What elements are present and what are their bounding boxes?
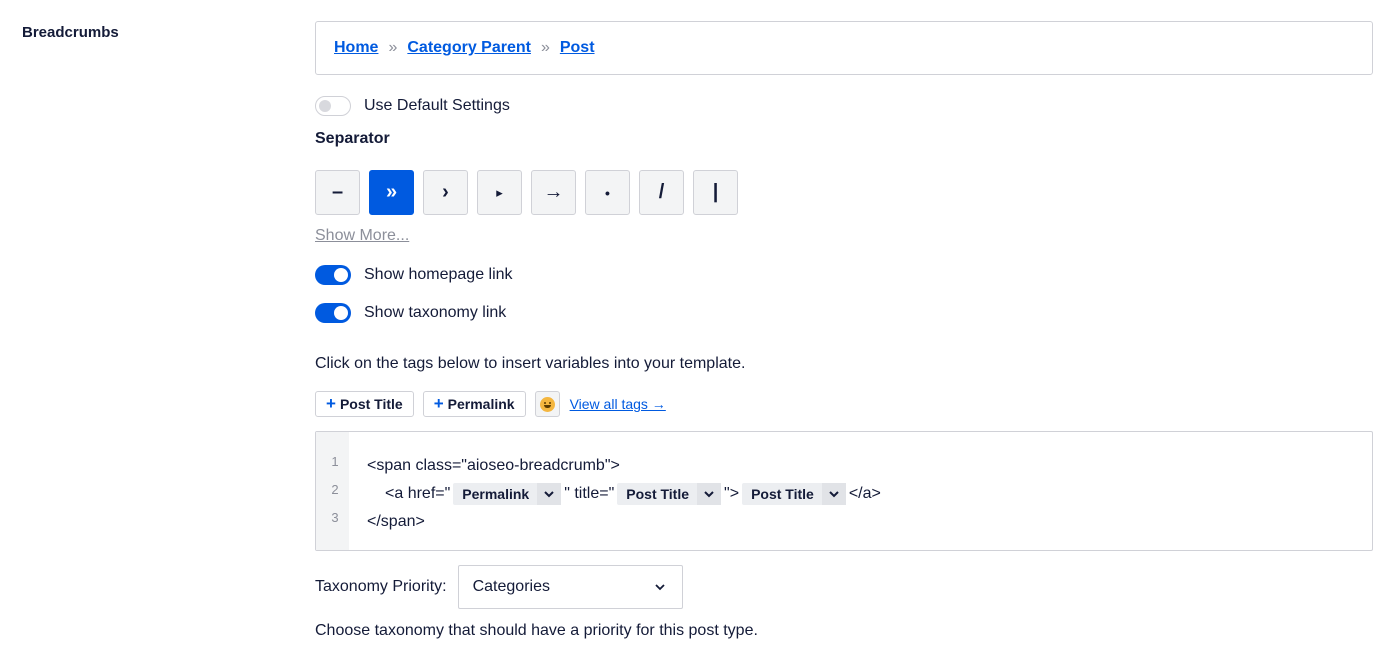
breadcrumb-preview: Home » Category Parent » Post [315,21,1373,75]
section-label: Breadcrumbs [22,24,119,41]
insert-post-title-label: Post Title [339,396,403,412]
tags-hint: Click on the tags below to insert variab… [315,355,746,372]
taxonomy-link-toggle[interactable] [315,303,351,323]
toggle-knob [334,306,348,320]
crumb-home-link[interactable]: Home [334,39,378,57]
template-editor[interactable]: 1 2 3 <span class="aioseo-breadcrumb"> <… [315,431,1373,551]
code-text: " title=" [564,485,615,502]
separator-title: Separator [315,130,390,147]
toggle-knob [334,268,348,282]
show-more-link[interactable]: Show More... [315,227,409,245]
code-text: <a href=" [385,485,451,502]
emoji-picker-button[interactable] [534,391,560,417]
separator-option-triangle[interactable]: ▸ [477,170,522,215]
crumb-post-link[interactable]: Post [560,39,595,57]
taxonomy-priority-description: Choose taxonomy that should have a prior… [315,622,758,639]
default-settings-toggle[interactable] [315,96,351,116]
pill-label: Post Title [751,486,814,502]
separator-option-arrow[interactable]: → [531,170,576,215]
chevron-down-icon[interactable] [537,483,562,505]
separator-options: – » › ▸ → • / | [315,170,738,215]
code-text: "> [724,485,740,502]
code-text: <span class="aioseo-breadcrumb"> [367,457,620,474]
code-line: </span> [367,508,881,536]
plus-icon: + [326,394,336,413]
crumb-separator: » [388,39,398,56]
insert-post-title-button[interactable]: + Post Title [315,391,414,417]
taxonomy-priority-value: Categories [472,578,550,595]
default-settings-label: Use Default Settings [364,97,510,114]
code-area[interactable]: <span class="aioseo-breadcrumb"> <a href… [349,432,881,550]
chevron-down-icon[interactable] [821,483,846,505]
separator-option-pipe[interactable]: | [693,170,738,215]
crumb-separator: » [540,39,550,56]
permalink-tag-pill[interactable]: Permalink [453,483,562,505]
pill-label: Permalink [462,486,530,502]
tags-row: + Post Title + Permalink View all tags → [315,391,666,417]
code-text: </span> [367,513,425,530]
plus-icon: + [433,394,444,413]
insert-permalink-label: Permalink [447,396,515,412]
separator-option-slash[interactable]: / [639,170,684,215]
taxonomy-link-label: Show taxonomy link [364,304,507,321]
line-number-gutter: 1 2 3 [316,432,349,550]
separator-option-dash[interactable]: – [315,170,360,215]
taxonomy-link-row: Show taxonomy link [315,303,506,323]
chevron-down-icon [654,584,665,591]
chevron-down-icon[interactable] [697,483,722,505]
homepage-link-toggle[interactable] [315,265,351,285]
crumb-category-parent-link[interactable]: Category Parent [407,39,531,57]
smiley-icon [539,396,555,412]
view-all-tags-link[interactable]: View all tags → [570,396,666,412]
homepage-link-row: Show homepage link [315,265,513,285]
pill-label: Post Title [626,486,690,502]
taxonomy-priority-row: Taxonomy Priority: Categories [315,565,683,609]
code-line: <a href=" Permalink " title=" Post Title… [367,480,881,508]
default-settings-row: Use Default Settings [315,96,510,116]
code-line: <span class="aioseo-breadcrumb"> [367,452,881,480]
separator-option-rsaquo[interactable]: › [423,170,468,215]
insert-permalink-button[interactable]: + Permalink [422,391,526,417]
homepage-link-label: Show homepage link [364,266,513,283]
separator-option-raquo[interactable]: » [369,170,414,215]
line-number: 1 [331,454,339,469]
line-number: 2 [331,482,339,497]
separator-option-bullet[interactable]: • [585,170,630,215]
post-title-tag-pill[interactable]: Post Title [742,483,846,505]
line-number: 3 [331,510,339,525]
code-text: </a> [848,485,881,502]
taxonomy-priority-select[interactable]: Categories [457,565,683,609]
post-title-tag-pill[interactable]: Post Title [617,483,722,505]
taxonomy-priority-label: Taxonomy Priority: [315,578,447,595]
toggle-knob [319,100,331,112]
